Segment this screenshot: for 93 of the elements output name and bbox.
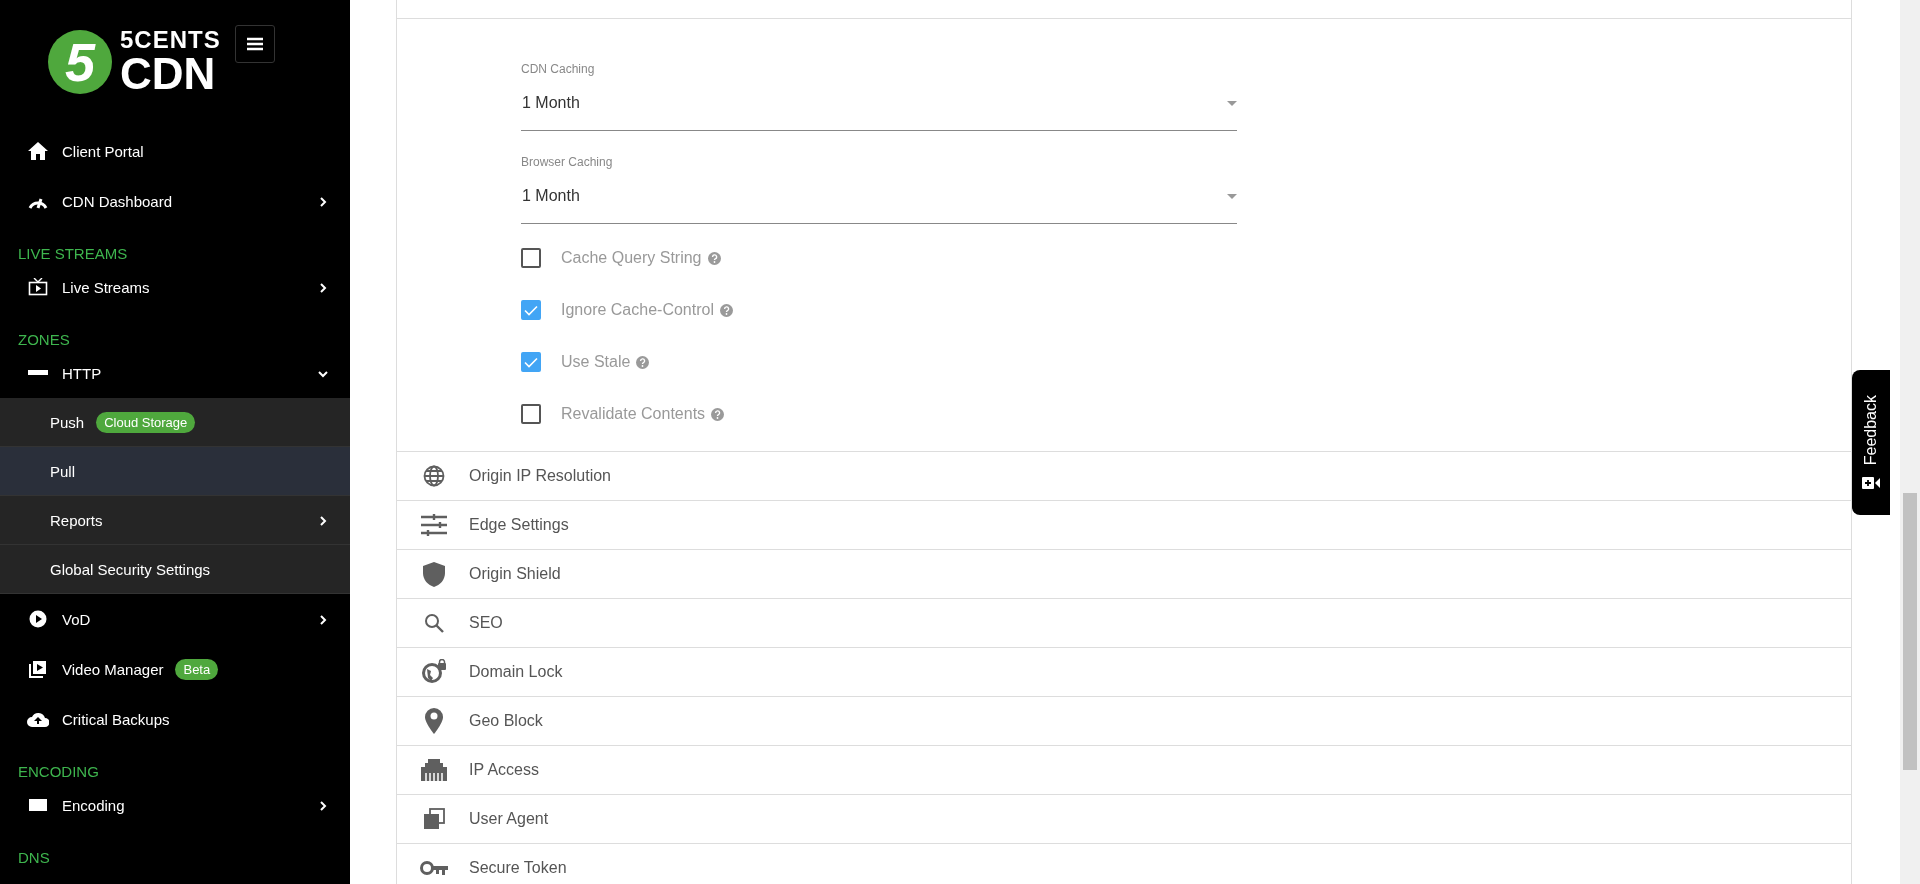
checkbox[interactable] (521, 352, 541, 372)
feedback-tab[interactable]: Feedback (1852, 370, 1890, 515)
nav-label: Live Streams (62, 278, 150, 296)
nav-item[interactable]: Live Streams (0, 262, 350, 312)
nav-label: Client Portal (62, 142, 144, 160)
chevron-icon (318, 515, 328, 526)
chevron-icon (318, 282, 328, 293)
play-icon (29, 610, 47, 628)
nav-item[interactable]: Video Manager Beta (0, 644, 350, 694)
search-icon (424, 613, 444, 633)
cloud-upload-icon (27, 711, 49, 727)
home-icon (27, 141, 49, 161)
settings-section-row[interactable]: Domain Lock (397, 648, 1851, 697)
nav-label: Pull (50, 462, 75, 480)
nav-label: Push (50, 413, 85, 431)
help-icon (707, 251, 721, 265)
nav-label: VoD (62, 610, 91, 628)
help-icon (636, 355, 650, 369)
submenu-item[interactable]: Pull (0, 447, 350, 496)
dropdown[interactable]: 1 Month (521, 94, 1237, 131)
nav-label: Critical Backups (62, 710, 170, 728)
globe-lock-icon (421, 659, 447, 685)
field-label: CDN Caching (521, 62, 596, 76)
section-title: Origin Shield (469, 565, 561, 583)
logo-text: 5CENTS (120, 28, 221, 52)
section-heading: ENCODING (18, 763, 99, 780)
field-label: Browser Caching (521, 155, 614, 169)
nav-item[interactable]: CDN Dashboard (0, 176, 350, 226)
chevron-icon (318, 800, 328, 811)
nav-item[interactable]: Client Portal (0, 126, 350, 176)
section-heading: ZONES (18, 331, 70, 348)
nav-item[interactable]: Critical Backups (0, 694, 350, 744)
checkbox-label: Use Stale (561, 353, 631, 371)
dropdown-arrow-icon (1227, 100, 1237, 106)
check-icon (524, 304, 538, 316)
section-title: Domain Lock (469, 663, 563, 681)
video-library-icon (29, 660, 47, 678)
settings-section-row[interactable]: Geo Block (397, 697, 1851, 746)
video-plus-icon (1862, 475, 1880, 490)
beta-badge: Beta (175, 658, 219, 680)
help-icon (719, 303, 733, 317)
section-heading: LIVE STREAMS (18, 245, 128, 262)
section-title: Origin IP Resolution (469, 467, 611, 485)
dropdown[interactable]: 1 Month (521, 187, 1237, 224)
settings-section-row[interactable]: IP Access (397, 746, 1851, 795)
settings-section-row[interactable]: Edge Settings (397, 501, 1851, 550)
settings-section-row[interactable]: Origin IP Resolution (397, 452, 1851, 501)
checkbox[interactable] (521, 248, 541, 268)
menu-button[interactable] (234, 25, 275, 63)
nav-label: Encoding (62, 796, 125, 814)
nav-label: HTTP (62, 364, 102, 382)
location-pin-icon (424, 708, 444, 734)
shield-icon (422, 561, 446, 587)
checkbox[interactable] (521, 300, 541, 320)
globe-icon (423, 465, 445, 487)
section-title: IP Access (469, 761, 539, 779)
section-title: SEO (469, 614, 503, 632)
nav-item[interactable]: HTTP (0, 348, 350, 398)
scrollbar[interactable] (1900, 0, 1920, 884)
help-icon (711, 407, 725, 421)
chevron-icon (318, 614, 328, 625)
section-title: Geo Block (469, 712, 543, 730)
checkbox-label: Cache Query String (561, 249, 702, 267)
section-heading: DNS (18, 849, 50, 866)
settings-section-row[interactable]: Origin Shield (397, 550, 1851, 599)
dropdown-arrow-icon (1227, 193, 1237, 199)
settings-section-row[interactable]: SEO (397, 599, 1851, 648)
tv-icon (28, 278, 48, 296)
nav-label: Global Security Settings (50, 560, 211, 578)
checkbox-label: Revalidate Contents (561, 405, 706, 423)
nav-label: Reports (50, 511, 103, 529)
nav-label: Video Manager (62, 660, 164, 678)
storage-badge: Cloud Storage (96, 411, 196, 433)
check-icon (524, 356, 538, 368)
chevron-icon (318, 368, 328, 379)
checkbox-label: Ignore Cache-Control (561, 301, 714, 319)
nav-item[interactable]: VoD (0, 594, 350, 644)
logo-mark: 5 (48, 30, 112, 94)
section-title: Secure Token (469, 859, 567, 877)
key-icon (420, 860, 448, 876)
section-title: Edge Settings (469, 516, 569, 534)
menu-icon (246, 37, 263, 51)
logo-text: CDN (120, 52, 217, 96)
section-title: User Agent (469, 810, 549, 828)
ethernet-port-icon (421, 759, 447, 781)
chevron-icon (318, 196, 328, 207)
settings-section-row[interactable]: Secure Token (397, 844, 1851, 884)
nav-label: CDN Dashboard (62, 192, 173, 210)
sliders-icon (421, 514, 447, 536)
nav-item[interactable]: Encoding (0, 780, 350, 830)
copy-icon (423, 808, 445, 830)
settings-section-row[interactable]: User Agent (397, 795, 1851, 844)
checkbox[interactable] (521, 404, 541, 424)
